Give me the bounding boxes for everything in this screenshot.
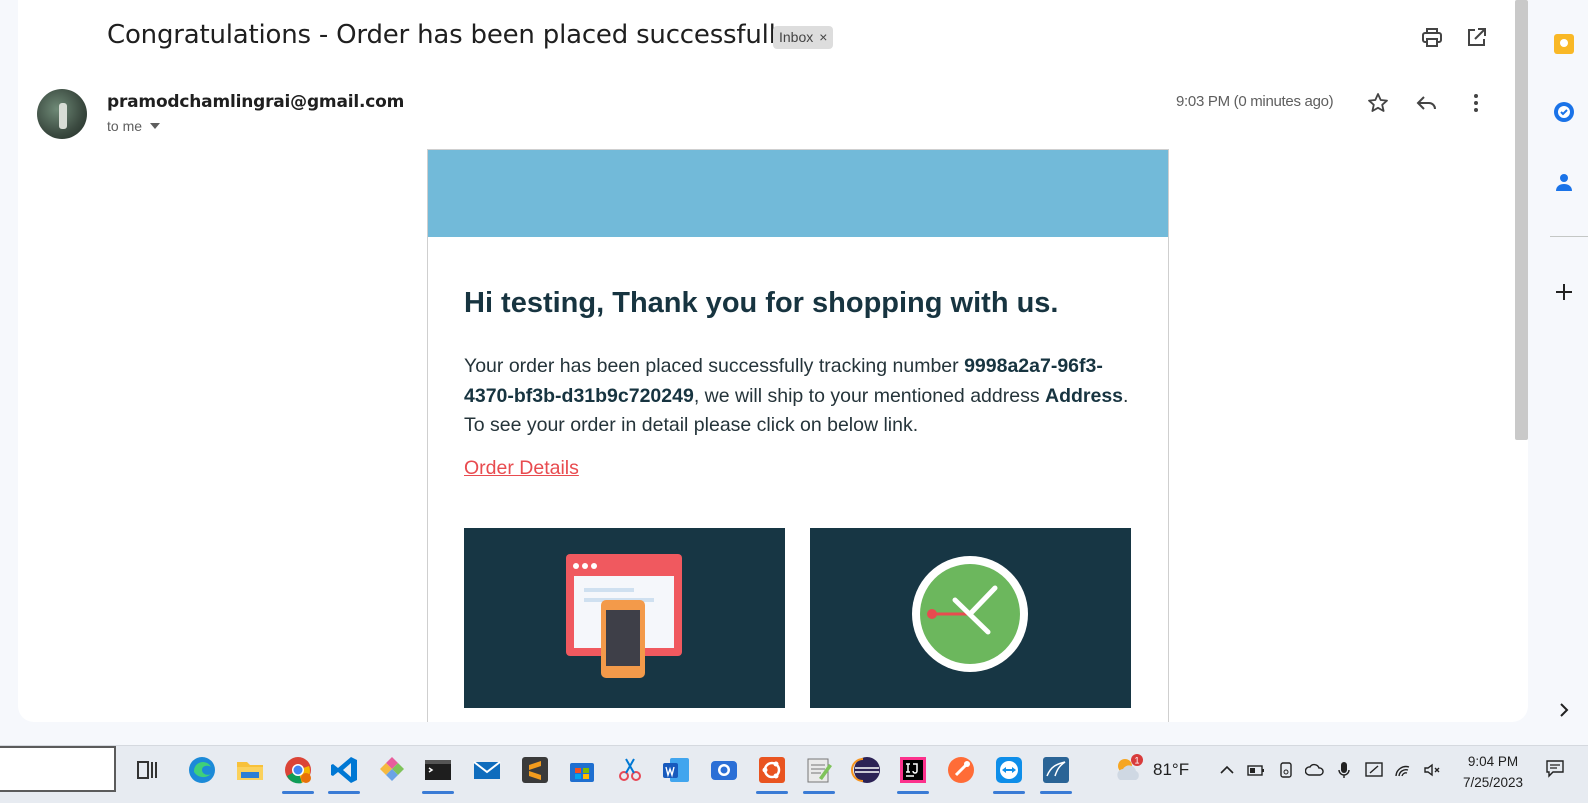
pen-menu-icon[interactable] [1364,760,1384,780]
web-mobile-illustration [464,528,785,708]
collapse-chevron-icon[interactable] [1552,698,1576,722]
mail-icon[interactable] [471,754,503,786]
sublime-icon[interactable] [519,754,551,786]
email-message: Your order has been placed successfully … [464,352,1134,441]
chevron-up-icon[interactable] [1217,760,1237,780]
notification-center-icon[interactable] [1545,758,1565,778]
recipient-details-toggle[interactable]: to me [107,118,161,134]
weather-badge: 1 [1134,756,1139,766]
app-icon[interactable] [376,754,408,786]
reply-icon[interactable] [1415,91,1439,115]
vscode-icon[interactable] [328,754,360,794]
recipient-label: to me [107,118,143,134]
edge-icon[interactable] [186,754,218,786]
email-view: Congratulations - Order has been placed … [18,0,1528,722]
store-icon[interactable] [566,754,598,786]
remove-label-button[interactable]: × [819,26,827,49]
print-icon[interactable] [1420,26,1444,50]
notepad-icon[interactable] [803,754,835,794]
star-icon[interactable] [1366,91,1390,115]
system-clock[interactable]: 9:04 PM 7/25/2023 [1452,751,1534,793]
mysql-workbench-icon[interactable] [1040,754,1072,794]
taskbar-search-box[interactable] [0,746,116,792]
chrome-icon[interactable] [282,754,314,794]
inbox-label: Inbox [779,29,814,45]
battery-icon[interactable] [1246,760,1266,780]
teamviewer-icon[interactable] [993,754,1025,794]
side-divider [1550,236,1588,237]
clock-illustration [810,528,1131,708]
ubuntu-icon[interactable] [756,754,788,794]
file-explorer-icon[interactable] [234,754,266,786]
message-text-1: Your order has been placed successfully … [464,355,965,377]
temperature: 81°F [1153,760,1190,779]
eclipse-icon[interactable] [851,754,883,786]
email-timestamp: 9:03 PM (0 minutes ago) [1176,93,1334,110]
clock-date: 7/25/2023 [1462,775,1524,790]
snipping-icon[interactable] [614,754,646,786]
order-details-link[interactable]: Order Details [464,457,579,480]
tasks-icon[interactable] [1552,100,1576,124]
word-icon[interactable] [660,754,692,786]
email-banner [428,150,1168,237]
contacts-icon[interactable] [1552,170,1576,194]
inbox-label-chip: Inbox × [773,26,834,49]
caret-down-icon [150,123,161,129]
message-text-2: , we will ship to your mentioned address [693,384,1045,407]
email-greeting: Hi testing, Thank you for shopping with … [464,287,1059,319]
email-subject: Congratulations - Order has been placed … [107,20,791,50]
wifi-icon[interactable] [1393,760,1413,780]
sender-avatar[interactable] [37,89,87,139]
task-view-icon[interactable] [131,754,163,786]
terminal-icon[interactable] [422,754,454,794]
camera-icon[interactable] [708,754,740,786]
open-in-new-window-icon[interactable] [1464,26,1488,50]
microphone-icon[interactable] [1334,760,1354,780]
keep-icon[interactable] [1552,32,1576,56]
side-panel [1540,0,1588,745]
add-icon[interactable] [1552,280,1576,304]
onedrive-icon[interactable] [1304,760,1325,780]
postman-icon[interactable] [945,754,977,786]
more-options-icon[interactable] [1464,91,1488,115]
windows-taskbar: 1 81°F 9:04 PM 7/25/2023 [0,745,1588,803]
email-body: Hi testing, Thank you for shopping with … [427,149,1169,722]
volume-muted-icon[interactable] [1422,760,1442,780]
sender-email[interactable]: pramodchamlingrai@gmail.com [107,92,404,112]
weather-icon[interactable]: 1 [1112,754,1144,786]
device-icon[interactable] [1276,760,1296,780]
scrollbar[interactable] [1515,0,1528,440]
clock-time: 9:04 PM [1467,754,1519,769]
address-value: Address [1044,384,1124,407]
intellij-icon[interactable] [897,754,929,794]
